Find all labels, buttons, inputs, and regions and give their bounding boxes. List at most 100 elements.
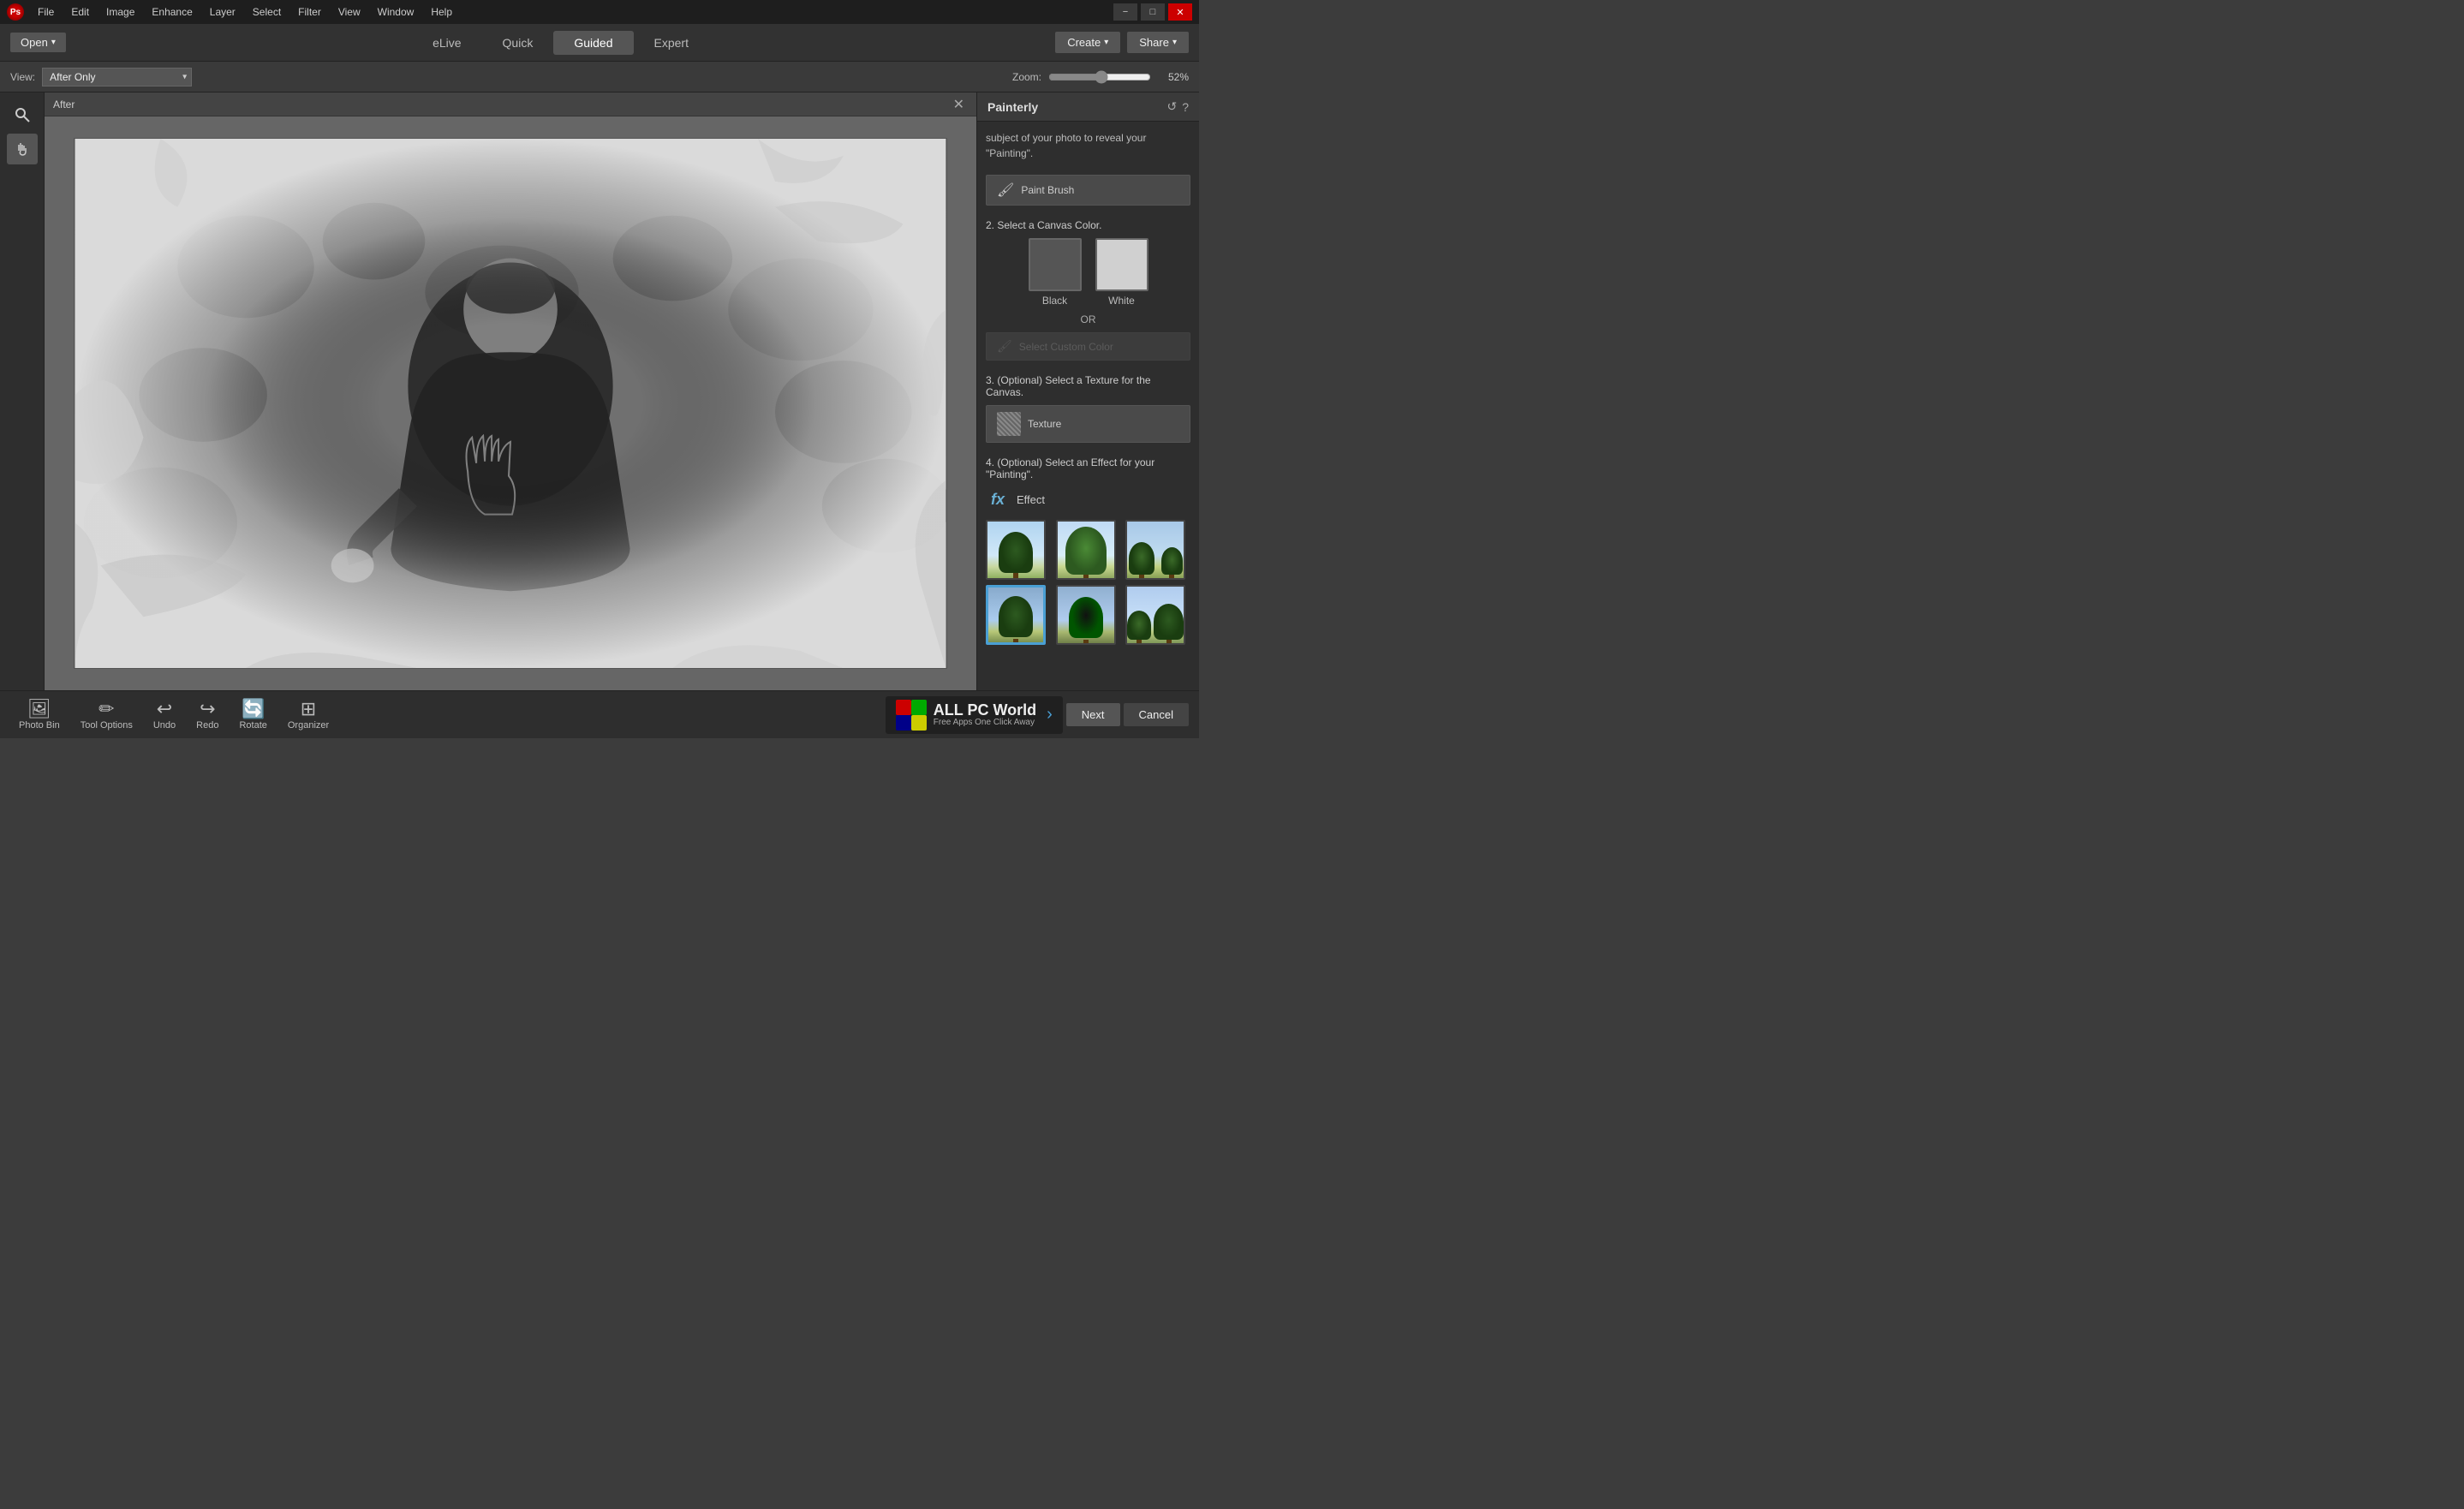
tree-image-2 bbox=[1058, 522, 1114, 578]
effect-header: fx Effect bbox=[986, 487, 1190, 511]
create-button[interactable]: Create ▾ bbox=[1055, 32, 1120, 53]
menu-help[interactable]: Help bbox=[424, 4, 459, 20]
redo-label: Redo bbox=[196, 720, 218, 731]
texture-icon bbox=[997, 412, 1021, 436]
canvas-title: After bbox=[53, 98, 75, 110]
panel-title: Painterly bbox=[987, 100, 1038, 114]
tree-shape-3a bbox=[1129, 542, 1154, 575]
share-dropdown-icon: ▾ bbox=[1172, 38, 1177, 47]
tree-trunk-5 bbox=[1083, 640, 1089, 645]
tree-shape-2 bbox=[1065, 527, 1107, 575]
create-label: Create bbox=[1067, 36, 1101, 49]
organizer-icon: ⊞ bbox=[301, 700, 316, 719]
white-swatch bbox=[1095, 238, 1148, 291]
effect-thumb-4[interactable] bbox=[986, 585, 1046, 645]
logo-svg bbox=[896, 700, 927, 731]
cancel-button[interactable]: Cancel bbox=[1124, 703, 1189, 726]
white-label: White bbox=[1108, 295, 1135, 307]
next-button[interactable]: Next bbox=[1066, 703, 1120, 726]
view-select[interactable]: After Only Before Only Before & After (H… bbox=[42, 68, 192, 86]
redo-button[interactable]: ↪ Redo bbox=[188, 696, 227, 734]
effect-thumb-3[interactable] bbox=[1125, 520, 1185, 580]
paint-brush-label: Paint Brush bbox=[1021, 184, 1074, 196]
menu-layer[interactable]: Layer bbox=[203, 4, 242, 20]
step4-label: 4. (Optional) Select an Effect for your … bbox=[986, 456, 1190, 480]
view-bar: View: After Only Before Only Before & Af… bbox=[0, 62, 1199, 92]
paint-brush-button[interactable]: 🖌 Paint Brush bbox=[986, 175, 1190, 206]
tab-elive[interactable]: eLive bbox=[412, 31, 481, 55]
menu-enhance[interactable]: Enhance bbox=[145, 4, 199, 20]
custom-color-icon: 🖌 bbox=[997, 339, 1012, 354]
menu-window[interactable]: Window bbox=[371, 4, 421, 20]
tree-image-5 bbox=[1058, 587, 1114, 643]
panel-refresh-button[interactable]: ↺ bbox=[1166, 99, 1177, 114]
custom-color-label: Select Custom Color bbox=[1019, 341, 1113, 353]
tree-trunk-2 bbox=[1083, 575, 1089, 580]
tab-quick[interactable]: Quick bbox=[482, 31, 554, 55]
texture-label: Texture bbox=[1028, 418, 1061, 430]
tree-shape-3b bbox=[1161, 547, 1183, 575]
photo-bin-button[interactable]: 🖼 Photo Bin bbox=[10, 696, 69, 734]
white-color-option[interactable]: White bbox=[1095, 238, 1148, 307]
menu-filter[interactable]: Filter bbox=[291, 4, 328, 20]
zoom-tool-button[interactable] bbox=[7, 99, 38, 130]
tab-expert[interactable]: Expert bbox=[634, 31, 709, 55]
close-button[interactable]: ✕ bbox=[1168, 3, 1192, 21]
open-button[interactable]: Open ▾ bbox=[10, 33, 66, 52]
tool-options-button[interactable]: ✏ Tool Options bbox=[72, 696, 141, 734]
view-select-wrapper: After Only Before Only Before & After (H… bbox=[42, 68, 192, 86]
undo-label: Undo bbox=[153, 720, 176, 731]
share-button[interactable]: Share ▾ bbox=[1127, 32, 1189, 53]
zoom-label: Zoom: bbox=[1012, 71, 1041, 83]
titlebar: Ps File Edit Image Enhance Layer Select … bbox=[0, 0, 1199, 24]
tree-trunk-6a bbox=[1137, 640, 1142, 645]
photo-bin-label: Photo Bin bbox=[19, 720, 60, 731]
texture-button[interactable]: Texture bbox=[986, 405, 1190, 443]
right-panel: Painterly ↺ ? subject of your photo to r… bbox=[976, 92, 1199, 690]
panel-content: subject of your photo to reveal your "Pa… bbox=[977, 122, 1199, 690]
create-dropdown-icon: ▾ bbox=[1104, 38, 1108, 47]
black-color-option[interactable]: Black bbox=[1029, 238, 1082, 307]
menu-file[interactable]: File bbox=[31, 4, 61, 20]
tree-image-1 bbox=[987, 522, 1044, 578]
rotate-button[interactable]: 🔄 Rotate bbox=[230, 696, 275, 734]
step1-section: 🖌 Paint Brush bbox=[986, 175, 1190, 206]
nav-tabs: eLive Quick Guided Expert bbox=[412, 31, 709, 55]
panel-header: Painterly ↺ ? bbox=[977, 92, 1199, 122]
custom-color-button[interactable]: 🖌 Select Custom Color bbox=[986, 332, 1190, 361]
maximize-button[interactable]: □ bbox=[1141, 3, 1165, 21]
left-tools bbox=[0, 92, 45, 690]
paint-brush-icon: 🖌 bbox=[997, 182, 1014, 199]
canvas-close-button[interactable]: ✕ bbox=[950, 96, 968, 113]
effect-thumb-1[interactable] bbox=[986, 520, 1046, 580]
panel-description-text: subject of your photo to reveal your "Pa… bbox=[986, 130, 1190, 161]
effect-thumb-5[interactable] bbox=[1056, 585, 1116, 645]
step3-section: 3. (Optional) Select a Texture for the C… bbox=[986, 374, 1190, 443]
effect-thumb-6[interactable] bbox=[1125, 585, 1185, 645]
step2-label: 2. Select a Canvas Color. bbox=[986, 219, 1190, 231]
tree-shape-1 bbox=[999, 532, 1033, 573]
zoom-slider[interactable] bbox=[1048, 70, 1151, 84]
canvas-area: After ✕ bbox=[45, 92, 976, 690]
canvas-container bbox=[45, 116, 976, 690]
menu-edit[interactable]: Edit bbox=[64, 4, 96, 20]
hand-icon bbox=[14, 140, 31, 158]
allpcworld-logo bbox=[896, 700, 927, 731]
tree-image-6 bbox=[1127, 587, 1184, 643]
step3-label: 3. (Optional) Select a Texture for the C… bbox=[986, 374, 1190, 398]
minimize-button[interactable]: − bbox=[1113, 3, 1137, 21]
hand-tool-button[interactable] bbox=[7, 134, 38, 164]
step2-section: 2. Select a Canvas Color. Black White OR… bbox=[986, 219, 1190, 361]
organizer-button[interactable]: ⊞ Organizer bbox=[279, 696, 337, 734]
effect-thumb-2[interactable] bbox=[1056, 520, 1116, 580]
menu-select[interactable]: Select bbox=[246, 4, 288, 20]
photo-canvas bbox=[75, 139, 946, 668]
panel-help-button[interactable]: ? bbox=[1182, 99, 1189, 114]
menu-image[interactable]: Image bbox=[99, 4, 141, 20]
undo-button[interactable]: ↩ Undo bbox=[145, 696, 184, 734]
main: After ✕ bbox=[0, 92, 1199, 690]
open-label: Open bbox=[21, 36, 48, 49]
tab-guided[interactable]: Guided bbox=[553, 31, 633, 55]
rotate-label: Rotate bbox=[239, 720, 266, 731]
menu-view[interactable]: View bbox=[331, 4, 367, 20]
